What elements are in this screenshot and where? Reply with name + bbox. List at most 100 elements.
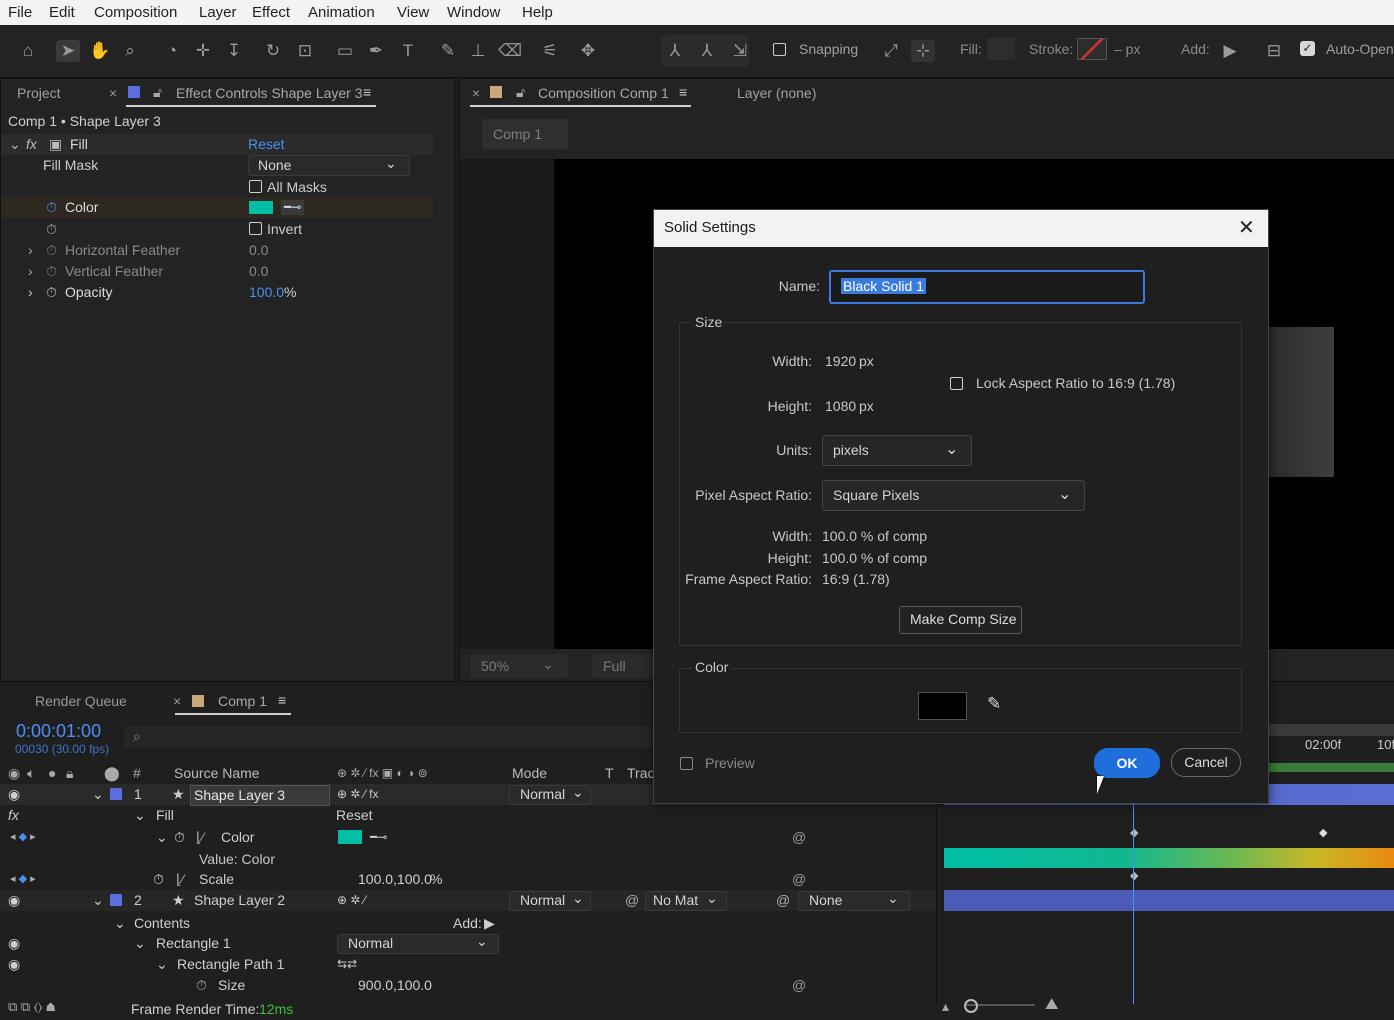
time-navigator[interactable] — [1268, 724, 1394, 736]
bezier-icon[interactable]: ⊟ — [1262, 40, 1286, 62]
menu-window[interactable]: Window — [447, 4, 500, 21]
world-axis-icon[interactable]: ⅄ — [695, 40, 719, 62]
layer-label-color[interactable] — [110, 894, 122, 906]
panel-menu-icon[interactable]: ≡ — [679, 84, 687, 100]
visibility-eye-icon[interactable]: ◉ — [8, 954, 20, 975]
stopwatch-icon[interactable]: ⏱ — [46, 261, 57, 282]
path-direction-icon[interactable]: ⇆⇄ — [337, 954, 357, 975]
expression-spiral-icon[interactable]: @ — [792, 869, 806, 890]
menu-help[interactable]: Help — [522, 4, 553, 21]
expand-chevron-icon[interactable]: ⌄ — [114, 913, 126, 934]
preview-checkbox[interactable] — [680, 757, 693, 770]
expand-chevron-icon[interactable]: ⌄ — [156, 954, 168, 975]
menu-file[interactable]: File — [8, 4, 32, 21]
stroke-width[interactable]: – px — [1114, 41, 1140, 57]
blend-mode-dropdown[interactable]: Normal ⌄ — [509, 890, 591, 911]
resolution-dropdown[interactable]: Full — [592, 654, 662, 678]
menu-composition[interactable]: Composition — [94, 4, 177, 21]
local-axis-icon[interactable]: ⅄ — [663, 40, 687, 62]
expand-chevron-icon[interactable]: ⌄ — [134, 805, 146, 826]
keyframe-navigator[interactable]: ◂ ◆ ▸ — [10, 827, 36, 848]
stopwatch-icon[interactable]: ⏱ — [46, 240, 57, 261]
menu-layer[interactable]: Layer — [199, 4, 237, 21]
pen-tool-icon[interactable]: ✒ — [364, 40, 388, 62]
color-swatch[interactable] — [249, 201, 273, 214]
eyedropper-icon[interactable]: ━⊸ — [281, 200, 305, 215]
playhead[interactable] — [1133, 772, 1134, 1004]
lock-icon[interactable]: 🔓︎ — [516, 84, 525, 101]
zoom-tool-icon[interactable]: ⌕ — [118, 40, 142, 62]
selection-tool-icon[interactable]: ➤ — [56, 40, 80, 62]
view-axis-icon[interactable]: ⇲ — [728, 40, 752, 62]
stopwatch-icon[interactable]: ⏱ — [196, 975, 207, 996]
eyedropper-icon[interactable]: ✎ — [987, 694, 1001, 714]
panel-menu-icon[interactable]: ≡ — [278, 692, 286, 708]
snapping-checkbox[interactable] — [773, 43, 786, 56]
make-comp-size-button[interactable]: Make Comp Size — [899, 606, 1022, 634]
snap-grid-icon[interactable]: ⊹ — [911, 40, 935, 62]
menu-effect[interactable]: Effect — [252, 4, 290, 21]
scale-value[interactable]: 100.0,100.0 — [358, 869, 432, 890]
close-tab-icon[interactable]: × — [109, 85, 117, 101]
layer-name[interactable]: Shape Layer 2 — [194, 890, 285, 911]
invert-checkbox[interactable]: Invert — [249, 219, 302, 240]
add-shape-icon[interactable]: ▶ — [1218, 40, 1242, 62]
visibility-eye-icon[interactable]: ◉ — [8, 784, 20, 805]
fill-reset-link[interactable]: Reset — [336, 805, 373, 826]
vertical-feather-value[interactable]: 0.0 — [249, 261, 268, 282]
mode-header[interactable]: Mode — [512, 763, 547, 784]
rectangle-tool-icon[interactable]: ▭ — [333, 40, 357, 62]
fill-mask-dropdown[interactable]: None ⌄ — [248, 155, 410, 176]
parent-pickwhip-icon[interactable]: @ — [776, 890, 790, 911]
expand-chevron-icon[interactable]: ⌄ — [92, 784, 104, 805]
fx-icon[interactable]: fx — [26, 134, 37, 155]
expand-arrow-icon[interactable]: › — [28, 240, 33, 261]
zoom-out-icon[interactable]: ▴ — [942, 998, 949, 1015]
eraser-tool-icon[interactable]: ⌫ — [498, 40, 522, 62]
opacity-value[interactable]: 100.0 — [249, 282, 284, 303]
expression-spiral-icon[interactable]: @ — [792, 827, 806, 848]
add-contents-icon[interactable]: ▶ — [484, 913, 495, 934]
parent-dropdown[interactable]: None ⌄ — [798, 890, 910, 911]
hand-tool-icon[interactable]: ✋ — [88, 40, 112, 62]
reset-link[interactable]: Reset — [248, 134, 285, 155]
preserve-transparency-icon[interactable]: @ — [625, 890, 639, 911]
visibility-eye-icon[interactable]: ◉ — [8, 890, 20, 911]
tab-composition[interactable]: Composition Comp 1 — [538, 85, 669, 101]
source-name-header[interactable]: Source Name — [174, 763, 260, 784]
stroke-swatch[interactable] — [1077, 38, 1107, 60]
height-value[interactable]: 1080 — [825, 398, 856, 414]
eyedropper-icon[interactable]: ━⊸ — [370, 827, 387, 848]
width-value[interactable]: 1920 — [825, 353, 856, 369]
zoom-dropdown[interactable]: 50% ⌄ — [470, 654, 568, 678]
keyframe-diamond[interactable]: ◆ — [1319, 826, 1327, 839]
rotate-tool-icon[interactable]: ↻ — [261, 40, 285, 62]
tab-project[interactable]: Project — [17, 85, 61, 101]
size-value[interactable]: 900.0,100.0 — [358, 975, 432, 996]
stopwatch-icon[interactable]: ⏱ — [174, 827, 185, 848]
close-tab-icon[interactable]: × — [472, 85, 480, 101]
lock-icon[interactable]: 🔓︎ — [153, 84, 162, 101]
stopwatch-icon[interactable]: ⏱ — [153, 869, 164, 890]
expand-arrow-icon[interactable]: › — [28, 261, 33, 282]
stopwatch-icon[interactable]: ⏱ — [46, 282, 57, 303]
keyframe-navigator[interactable]: ◂ ◆ ▸ — [10, 869, 36, 890]
ok-button[interactable]: OK — [1094, 748, 1160, 778]
close-icon[interactable]: ✕ — [1238, 215, 1255, 240]
keyframe-diamond[interactable]: ◆ — [1130, 869, 1138, 882]
menu-view[interactable]: View — [397, 4, 429, 21]
status-icons[interactable]: ⧉ ⧉ ⟨⟩ ☗ — [8, 999, 55, 1015]
pixel-aspect-dropdown[interactable]: Square Pixels ⌄ — [822, 480, 1085, 511]
fx-icon[interactable]: fx — [8, 805, 19, 826]
all-masks-checkbox[interactable]: All Masks — [249, 177, 327, 198]
work-area-bar[interactable] — [1268, 763, 1394, 772]
panel-menu-icon[interactable]: ≡ — [363, 84, 371, 100]
visibility-eye-icon[interactable]: ◉ — [8, 933, 20, 954]
orbit-camera-icon[interactable]: ◔ — [160, 40, 184, 62]
stopwatch-icon[interactable]: ⏱ — [46, 197, 57, 218]
graph-icon[interactable]: ⌊⁄ — [196, 827, 204, 848]
auto-open-checkbox[interactable]: ✓ — [1300, 41, 1315, 56]
home-icon[interactable]: ⌂ — [16, 40, 40, 62]
tab-timeline-comp[interactable]: Comp 1 — [218, 693, 267, 709]
lock-aspect-checkbox[interactable] — [950, 377, 963, 390]
